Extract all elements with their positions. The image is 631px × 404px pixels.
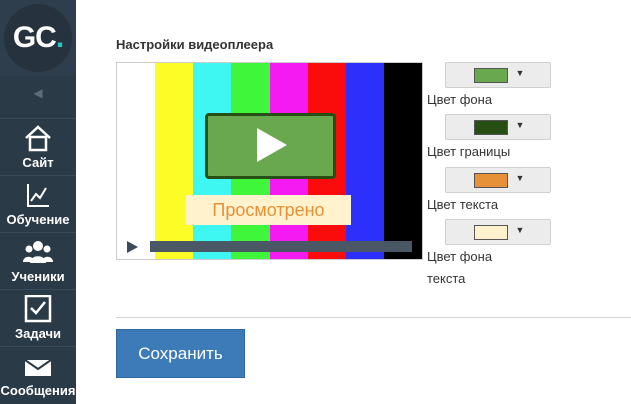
sidebar-nav: Сайт Обучение Ученики Задачи Сообщения [0,118,76,403]
logo[interactable]: GC. [4,4,72,72]
divider [116,317,631,318]
checkbox-icon [24,295,52,323]
save-button[interactable]: Сохранить [116,329,245,378]
caret-down-icon: ▼ [515,225,525,235]
setting-label: Цвет фона текста [427,249,493,286]
color-swatch [474,68,508,83]
play-icon [257,128,287,162]
control-play-icon[interactable] [127,241,138,253]
page-title: Настройки видеоплеера [116,37,274,52]
sidebar-item-learning[interactable]: Обучение [0,175,76,232]
color-picker[interactable]: ▼ [445,114,551,140]
play-button[interactable] [205,113,336,179]
sidebar-item-label: Сайт [22,155,54,170]
sidebar-item-messages[interactable]: Сообщения [0,346,76,403]
video-player-preview[interactable]: Просмотрено [116,62,423,260]
logo-text: GC. [12,21,64,54]
setting-label: Цвет границы [427,144,511,159]
sidebar: GC. ◀ Сайт Обучение Ученики Задачи Сообщ… [0,0,76,404]
color-swatch [474,120,508,135]
setting-label: Цвет фона [427,92,493,107]
color-stripe [117,63,156,259]
color-swatch [474,225,508,240]
color-picker[interactable]: ▼ [445,62,551,88]
sidebar-item-label: Задачи [14,326,62,341]
setting-label: Цвет текста [427,197,499,212]
caret-down-icon: ▼ [515,173,525,183]
color-stripe [345,63,385,259]
sidebar-item-label: Обучение [6,212,70,227]
sidebar-item-students[interactable]: Ученики [0,232,76,289]
chart-icon [27,184,49,207]
color-picker[interactable]: ▼ [445,167,551,193]
users-icon [23,241,53,263]
sidebar-item-label: Сообщения [0,383,76,398]
color-stripe [155,63,195,259]
caret-down-icon: ▼ [515,120,525,130]
sidebar-item-label: Ученики [11,269,65,284]
color-stripe [383,63,422,259]
progress-bar[interactable] [150,241,412,252]
watched-label: Просмотрено [186,195,351,225]
envelope-icon [24,359,52,376]
caret-down-icon: ▼ [515,68,525,78]
sidebar-item-site[interactable]: Сайт [0,118,76,175]
home-icon [25,125,51,152]
color-swatch [474,173,508,188]
speaker-icon[interactable]: ◀ [0,86,76,106]
logo-area: GC. [0,0,76,76]
sidebar-item-tasks[interactable]: Задачи [0,289,76,346]
color-picker[interactable]: ▼ [445,219,551,245]
